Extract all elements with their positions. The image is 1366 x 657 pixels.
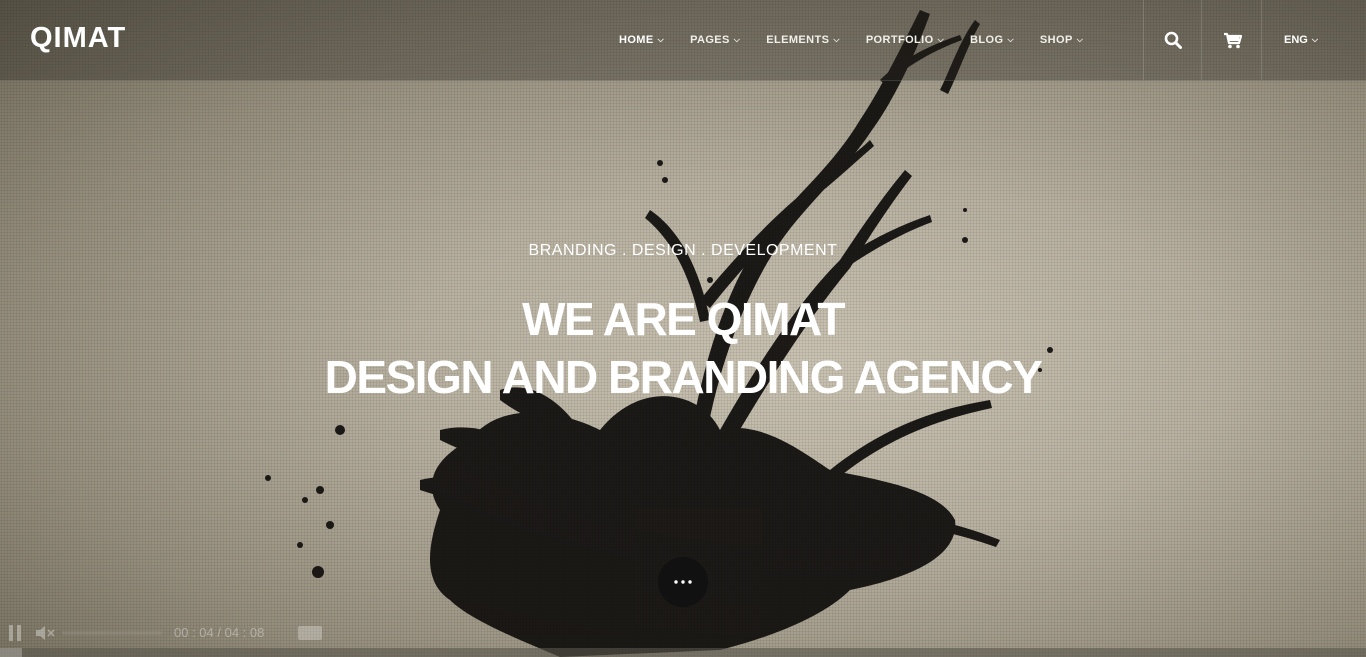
nav-item-label: PAGES bbox=[690, 34, 730, 46]
search-icon bbox=[1164, 31, 1182, 49]
hero-subtitle: BRANDING . DESIGN . DEVELOPMENT bbox=[528, 242, 838, 259]
video-progress-fill bbox=[0, 648, 22, 657]
video-time: 00 : 04 / 04 : 08 bbox=[174, 625, 265, 640]
chevron-down-icon: ⌵ bbox=[1007, 35, 1014, 44]
hero-title: WE ARE QIMAT DESIGN AND BRANDING AGENCY bbox=[0, 290, 1366, 406]
hero-title-line-2: DESIGN AND BRANDING AGENCY bbox=[324, 351, 1043, 403]
chevron-down-icon: ⌵ bbox=[657, 35, 665, 44]
video-progress-bar[interactable] bbox=[0, 648, 1366, 657]
chevron-down-icon: ⌵ bbox=[937, 35, 945, 44]
speaker-muted-icon bbox=[36, 626, 55, 640]
language-selector[interactable]: ENG ⌵ bbox=[1261, 0, 1340, 80]
mute-button[interactable] bbox=[34, 623, 56, 643]
main-navigation: HOME ⌵ PAGES ⌵ ELEMENTS ⌵ PORTFOLIO ⌵ BL… bbox=[606, 0, 1096, 80]
cart-icon bbox=[1223, 32, 1242, 48]
nav-item-elements[interactable]: ELEMENTS ⌵ bbox=[753, 0, 853, 80]
cart-button[interactable] bbox=[1201, 0, 1262, 80]
site-logo[interactable]: QIMAT bbox=[30, 22, 126, 55]
nav-item-portfolio[interactable]: PORTFOLIO ⌵ bbox=[853, 0, 957, 80]
nav-item-label: PORTFOLIO bbox=[865, 34, 934, 46]
volume-slider[interactable] bbox=[62, 631, 162, 635]
more-button[interactable] bbox=[658, 557, 708, 607]
nav-item-shop[interactable]: SHOP ⌵ bbox=[1027, 0, 1096, 80]
pause-icon bbox=[9, 625, 21, 641]
hero-title-line-1: WE ARE QIMAT bbox=[522, 293, 845, 345]
language-label: ENG bbox=[1284, 34, 1308, 46]
nav-item-blog[interactable]: BLOG ⌵ bbox=[957, 0, 1027, 80]
video-controls: 00 : 04 / 04 : 08 bbox=[0, 618, 1366, 648]
search-button[interactable] bbox=[1143, 0, 1202, 80]
nav-item-label: HOME bbox=[619, 34, 654, 46]
pause-button[interactable] bbox=[6, 623, 24, 643]
captions-icon[interactable] bbox=[298, 626, 322, 640]
hero-video-background: QIMAT HOME ⌵ PAGES ⌵ ELEMENTS ⌵ PORTFOLI… bbox=[0, 0, 1366, 657]
chevron-down-icon: ⌵ bbox=[833, 35, 840, 44]
chevron-down-icon: ⌵ bbox=[1076, 35, 1084, 44]
ellipsis-icon bbox=[674, 580, 692, 584]
site-header: QIMAT HOME ⌵ PAGES ⌵ ELEMENTS ⌵ PORTFOLI… bbox=[0, 0, 1366, 81]
nav-item-label: SHOP bbox=[1039, 34, 1073, 46]
nav-item-home[interactable]: HOME ⌵ bbox=[606, 0, 677, 80]
nav-item-pages[interactable]: PAGES ⌵ bbox=[677, 0, 753, 80]
chevron-down-icon: ⌵ bbox=[1311, 35, 1318, 44]
nav-item-label: BLOG bbox=[970, 34, 1004, 46]
chevron-down-icon: ⌵ bbox=[733, 35, 741, 44]
nav-item-label: ELEMENTS bbox=[766, 34, 830, 46]
